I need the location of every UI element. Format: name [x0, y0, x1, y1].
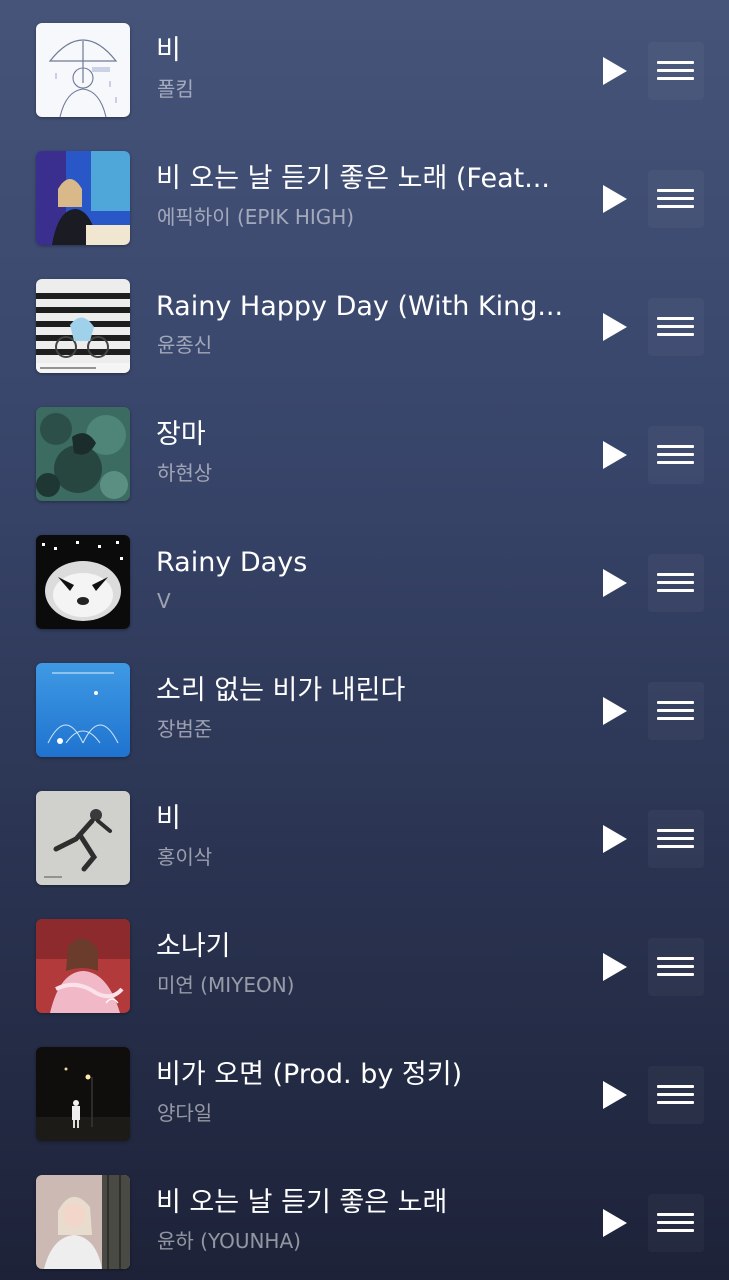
- play-button[interactable]: [592, 172, 636, 226]
- drag-handle[interactable]: [648, 938, 704, 996]
- play-icon: [603, 697, 627, 725]
- play-button[interactable]: [592, 940, 636, 994]
- song-title: 비 오는 날 듣기 좋은 노래 (Feat...: [156, 163, 550, 194]
- song-row[interactable]: 장마 하현상: [0, 384, 729, 512]
- song-title: 비 오는 날 듣기 좋은 노래: [156, 1187, 448, 1218]
- song-row[interactable]: 소리 없는 비가 내린다 장범준: [0, 640, 729, 768]
- album-art: [36, 23, 130, 117]
- play-icon: [603, 825, 627, 853]
- song-artist: 홍이삭: [157, 845, 213, 869]
- play-button[interactable]: [592, 1196, 636, 1250]
- song-title: Rainy Happy Day (With King...: [156, 291, 564, 322]
- song-artist: 윤하 (YOUNHA): [157, 1229, 301, 1253]
- song-list: 비 폴킴 비 오는 날 듣기 좋은 노래 (Feat... 에픽하이 (EPIK…: [0, 0, 729, 1280]
- play-icon: [603, 953, 627, 981]
- song-title: 비: [156, 35, 181, 66]
- play-button[interactable]: [592, 428, 636, 482]
- play-button[interactable]: [592, 812, 636, 866]
- song-row[interactable]: Rainy Days V: [0, 512, 729, 640]
- play-button[interactable]: [592, 1068, 636, 1122]
- song-artist: 미연 (MIYEON): [157, 973, 295, 997]
- song-title: Rainy Days: [156, 547, 308, 578]
- song-row[interactable]: 소나기 미연 (MIYEON): [0, 896, 729, 1024]
- song-title: 비가 오면 (Prod. by 정키): [156, 1059, 463, 1090]
- song-artist: 장범준: [157, 717, 213, 741]
- song-artist: 양다일: [157, 1101, 213, 1125]
- song-row[interactable]: 비가 오면 (Prod. by 정키) 양다일: [0, 1024, 729, 1152]
- play-button[interactable]: [592, 684, 636, 738]
- song-title: 비: [156, 803, 181, 834]
- play-icon: [603, 313, 627, 341]
- drag-handle[interactable]: [648, 1066, 704, 1124]
- play-icon: [603, 1081, 627, 1109]
- drag-handle[interactable]: [648, 682, 704, 740]
- play-icon: [603, 569, 627, 597]
- drag-handle[interactable]: [648, 1194, 704, 1252]
- play-icon: [603, 1209, 627, 1237]
- song-row[interactable]: 비 오는 날 듣기 좋은 노래 윤하 (YOUNHA): [0, 1152, 729, 1280]
- song-artist: 폴킴: [157, 77, 194, 101]
- song-row[interactable]: 비 오는 날 듣기 좋은 노래 (Feat... 에픽하이 (EPIK HIGH…: [0, 128, 729, 256]
- play-button[interactable]: [592, 300, 636, 354]
- play-button[interactable]: [592, 44, 636, 98]
- album-art: [36, 1047, 130, 1141]
- album-art: [36, 407, 130, 501]
- drag-handle[interactable]: [648, 298, 704, 356]
- drag-handle[interactable]: [648, 426, 704, 484]
- drag-handle[interactable]: [648, 42, 704, 100]
- album-art: [36, 663, 130, 757]
- album-art: [36, 919, 130, 1013]
- song-artist: V: [157, 589, 171, 613]
- album-art: [36, 1175, 130, 1269]
- song-row[interactable]: 비 폴킴: [0, 0, 729, 128]
- song-row[interactable]: 비 홍이삭: [0, 768, 729, 896]
- play-icon: [603, 185, 627, 213]
- song-artist: 하현상: [157, 461, 213, 485]
- play-icon: [603, 57, 627, 85]
- album-art: [36, 535, 130, 629]
- album-art: [36, 151, 130, 245]
- song-title: 소리 없는 비가 내린다: [156, 675, 406, 706]
- song-artist: 에픽하이 (EPIK HIGH): [157, 205, 355, 229]
- drag-handle[interactable]: [648, 554, 704, 612]
- album-art: [36, 791, 130, 885]
- play-button[interactable]: [592, 556, 636, 610]
- song-row[interactable]: Rainy Happy Day (With King... 윤종신: [0, 256, 729, 384]
- song-artist: 윤종신: [157, 333, 213, 357]
- song-title: 장마: [156, 419, 206, 450]
- album-art: [36, 279, 130, 373]
- song-title: 소나기: [156, 931, 231, 962]
- drag-handle[interactable]: [648, 810, 704, 868]
- play-icon: [603, 441, 627, 469]
- drag-handle[interactable]: [648, 170, 704, 228]
